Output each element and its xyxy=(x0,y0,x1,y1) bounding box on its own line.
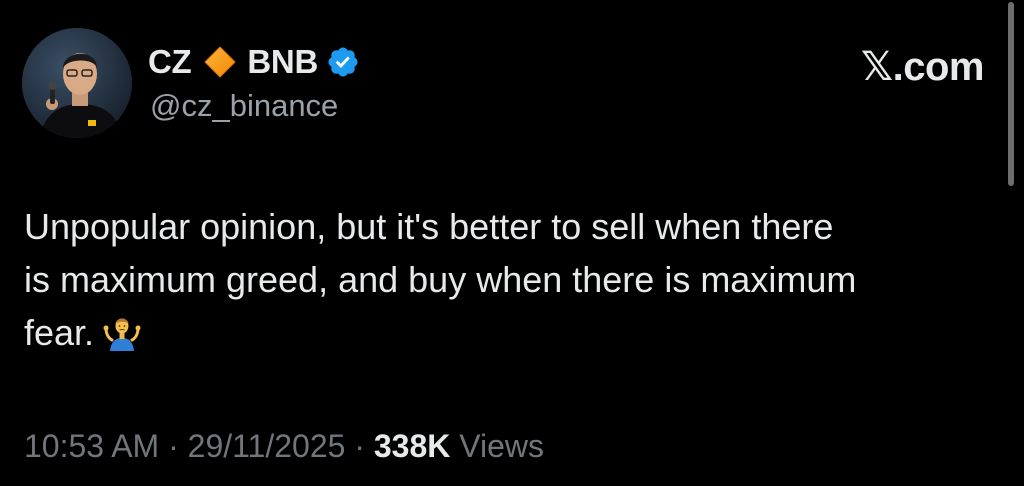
avatar-image xyxy=(22,28,132,138)
display-name-part2[interactable]: BNB xyxy=(247,43,318,81)
orange-diamond-icon xyxy=(204,46,236,78)
name-row: CZ BNB xyxy=(148,38,360,86)
avatar[interactable] xyxy=(22,28,132,138)
display-name-part1[interactable]: CZ xyxy=(148,43,192,81)
tweet-time[interactable]: 10:53 AM xyxy=(24,428,159,464)
tweet-line-2: is maximum greed, and buy when there is … xyxy=(24,259,857,300)
tweet-text: Unpopular opinion, but it's better to se… xyxy=(24,200,996,359)
user-handle[interactable]: @cz_binance xyxy=(150,88,338,124)
x-com-logo: 𝕏.com xyxy=(860,45,985,89)
tweet-meta: 10:53 AM · 29/11/2025 · 338K Views xyxy=(24,428,544,465)
tweet-card: CZ BNB @cz_binance 𝕏.com Unpopular opini… xyxy=(0,0,1024,486)
tweet-line-3-text: fear. xyxy=(24,312,95,353)
tweet-date[interactable]: 29/11/2025 xyxy=(188,428,346,464)
views-count[interactable]: 338K xyxy=(374,428,451,464)
tweet-line-3: fear. xyxy=(24,306,996,359)
tweet-line-1: Unpopular opinion, but it's better to se… xyxy=(24,206,834,247)
meta-separator-2: · xyxy=(354,428,365,464)
views-label: Views xyxy=(459,428,545,464)
shrug-icon xyxy=(103,318,141,351)
meta-separator-1: · xyxy=(168,428,179,464)
verified-icon xyxy=(328,47,358,77)
scrollbar[interactable] xyxy=(1008,2,1014,186)
